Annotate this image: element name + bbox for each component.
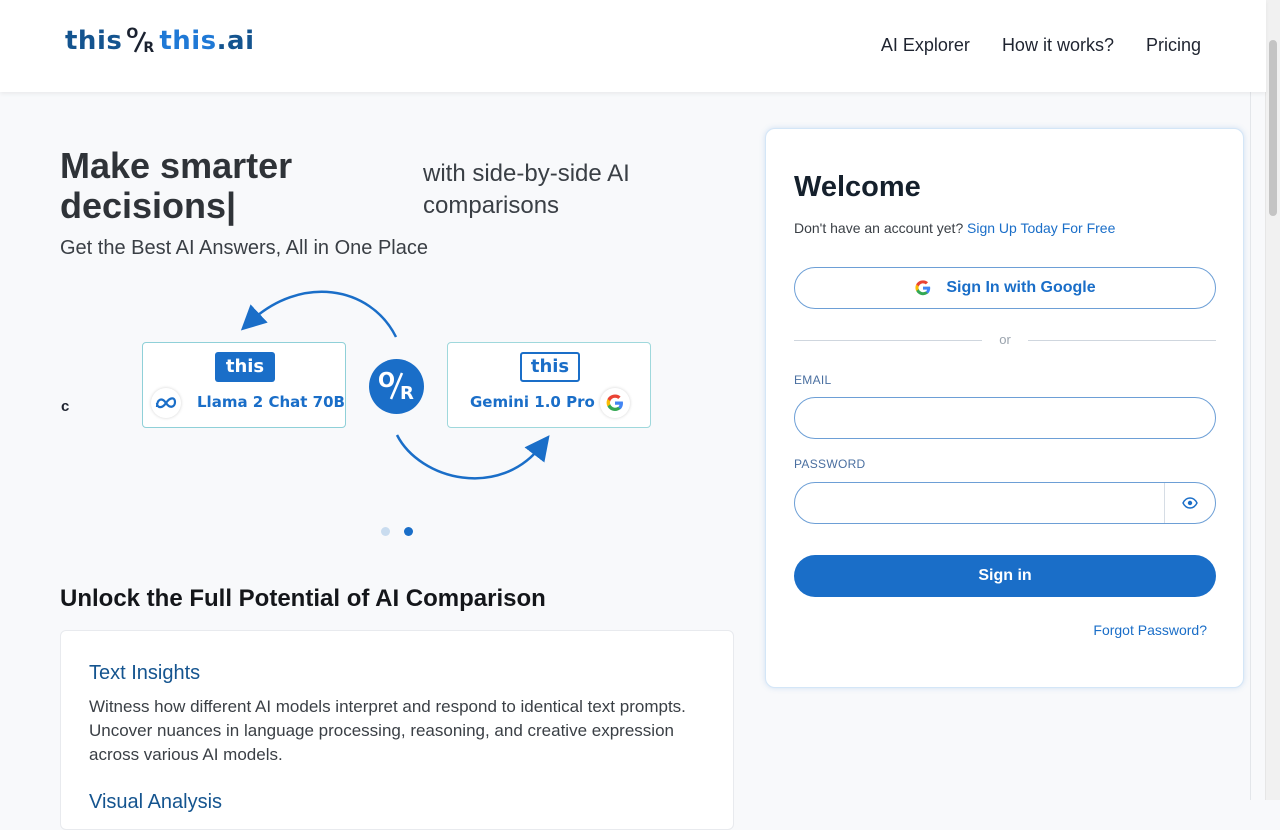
meta-icon: [151, 388, 181, 418]
google-signin-button[interactable]: Sign In with Google: [794, 267, 1216, 309]
carousel-dot-1[interactable]: [381, 527, 390, 536]
this-pill-filled: this: [215, 352, 275, 382]
signup-link[interactable]: Sign Up Today For Free: [967, 220, 1115, 236]
hero-title: Make smarter decisions|: [60, 145, 293, 226]
nav-pricing[interactable]: Pricing: [1146, 35, 1201, 56]
email-field[interactable]: [794, 397, 1216, 439]
main-nav: AI Explorer How it works? Pricing: [881, 35, 1201, 56]
arrow-top: [240, 290, 398, 338]
feature-title-visual-analysis: Visual Analysis: [89, 791, 223, 813]
model-name-left: Llama 2 Chat 70B: [197, 393, 345, 411]
logo-suffix: .ai: [216, 26, 255, 56]
email-label: EMAIL: [794, 373, 832, 387]
or-divider: or: [794, 332, 1216, 348]
logo-this-2: this: [159, 26, 217, 56]
show-password-button[interactable]: [1164, 483, 1215, 523]
feature-title-text-insights: Text Insights: [89, 662, 201, 684]
carousel-dot-2[interactable]: [404, 527, 413, 536]
no-account-text: Don't have an account yet?: [794, 220, 964, 236]
divider-line-right: [1028, 340, 1216, 341]
scrollbar[interactable]: [1265, 0, 1280, 800]
google-signin-label: Sign In with Google: [946, 279, 1096, 296]
or-badge-r: R: [400, 383, 414, 404]
google-icon: [600, 388, 630, 418]
stray-character: c: [61, 398, 70, 415]
nav-how-it-works[interactable]: How it works?: [1002, 35, 1114, 56]
password-field[interactable]: [794, 482, 1216, 524]
this-pill-outline: this: [520, 352, 580, 382]
feature-text-text-insights: Witness how different AI models interpre…: [89, 697, 686, 764]
logo[interactable]: this O R this .ai: [65, 26, 255, 56]
login-card: Welcome Don't have an account yet? Sign …: [765, 128, 1244, 688]
logo-or-r: R: [143, 40, 155, 56]
model-name-right: Gemini 1.0 Pro: [470, 393, 595, 411]
carousel-dots: [381, 527, 413, 536]
logo-or-mark: O R: [126, 26, 156, 56]
google-icon: [915, 280, 931, 296]
model-card-left: this Llama 2 Chat 70B: [142, 342, 346, 428]
arrow-bottom: [395, 434, 550, 480]
scrollbar-thumb[interactable]: [1269, 40, 1277, 216]
eye-icon: [1182, 497, 1198, 509]
hero-tagline: Get the Best AI Answers, All in One Plac…: [60, 237, 428, 259]
or-badge-slash: [389, 372, 404, 400]
section-title: Unlock the Full Potential of AI Comparis…: [60, 585, 546, 612]
or-badge: O R: [369, 359, 424, 414]
model-card-right: this Gemini 1.0 Pro: [447, 342, 651, 428]
site-header: this O R this .ai AI Explorer How it wor…: [0, 0, 1266, 92]
content-divider: [1250, 92, 1251, 800]
signin-button[interactable]: Sign in: [794, 555, 1216, 597]
login-title: Welcome: [794, 171, 921, 203]
feature-card: Text Insights Witness how different AI m…: [60, 630, 734, 830]
nav-ai-explorer[interactable]: AI Explorer: [881, 35, 970, 56]
hero-subtitle: with side-by-side AI comparisons: [423, 160, 630, 219]
password-label: PASSWORD: [794, 457, 866, 471]
forgot-password-link[interactable]: Forgot Password?: [1093, 622, 1207, 638]
logo-this-1: this: [65, 26, 123, 56]
